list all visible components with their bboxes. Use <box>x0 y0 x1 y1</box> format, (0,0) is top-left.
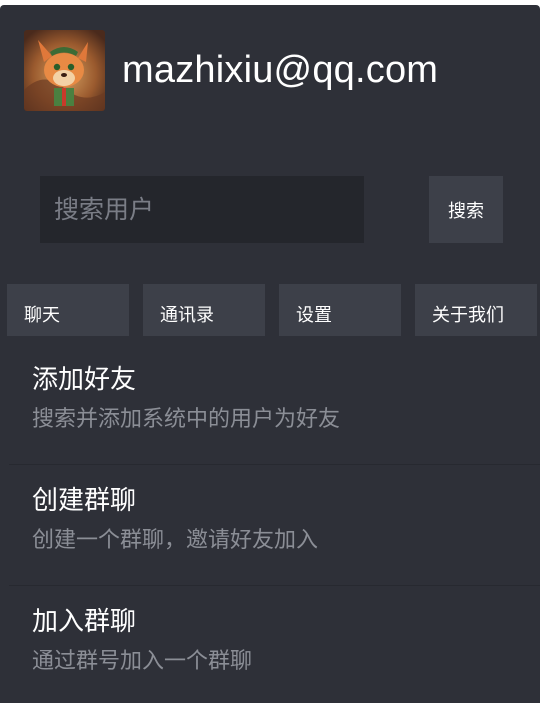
search-input[interactable] <box>40 176 364 243</box>
tab-about-us[interactable]: 关于我们 <box>415 284 537 336</box>
tab-bar: 聊天 通讯录 设置 关于我们 <box>0 284 540 336</box>
action-list: 添加好友 搜索并添加系统中的用户为好友 创建群聊 创建一个群聊，邀请好友加入 加… <box>9 344 540 703</box>
avatar-image <box>24 30 105 111</box>
tab-settings[interactable]: 设置 <box>279 284 401 336</box>
join-group-item[interactable]: 加入群聊 通过群号加入一个群聊 <box>9 586 540 703</box>
item-title: 创建群聊 <box>32 486 137 516</box>
create-group-item[interactable]: 创建群聊 创建一个群聊，邀请好友加入 <box>9 465 540 586</box>
user-email: mazhixiu@qq.com <box>122 49 439 91</box>
tab-contacts[interactable]: 通讯录 <box>143 284 265 336</box>
item-title: 加入群聊 <box>32 607 137 637</box>
item-title: 添加好友 <box>32 365 137 395</box>
search-button[interactable]: 搜索 <box>429 176 503 243</box>
user-header: mazhixiu@qq.com <box>24 30 438 111</box>
add-friend-item[interactable]: 添加好友 搜索并添加系统中的用户为好友 <box>9 344 540 465</box>
item-description: 通过群号加入一个群聊 <box>32 649 253 674</box>
avatar[interactable] <box>24 30 105 111</box>
app-panel: mazhixiu@qq.com 搜索 聊天 通讯录 设置 关于我们 添加好友 搜… <box>0 5 540 703</box>
item-description: 创建一个群聊，邀请好友加入 <box>32 528 319 553</box>
item-description: 搜索并添加系统中的用户为好友 <box>32 407 341 432</box>
tab-chat[interactable]: 聊天 <box>7 284 129 336</box>
